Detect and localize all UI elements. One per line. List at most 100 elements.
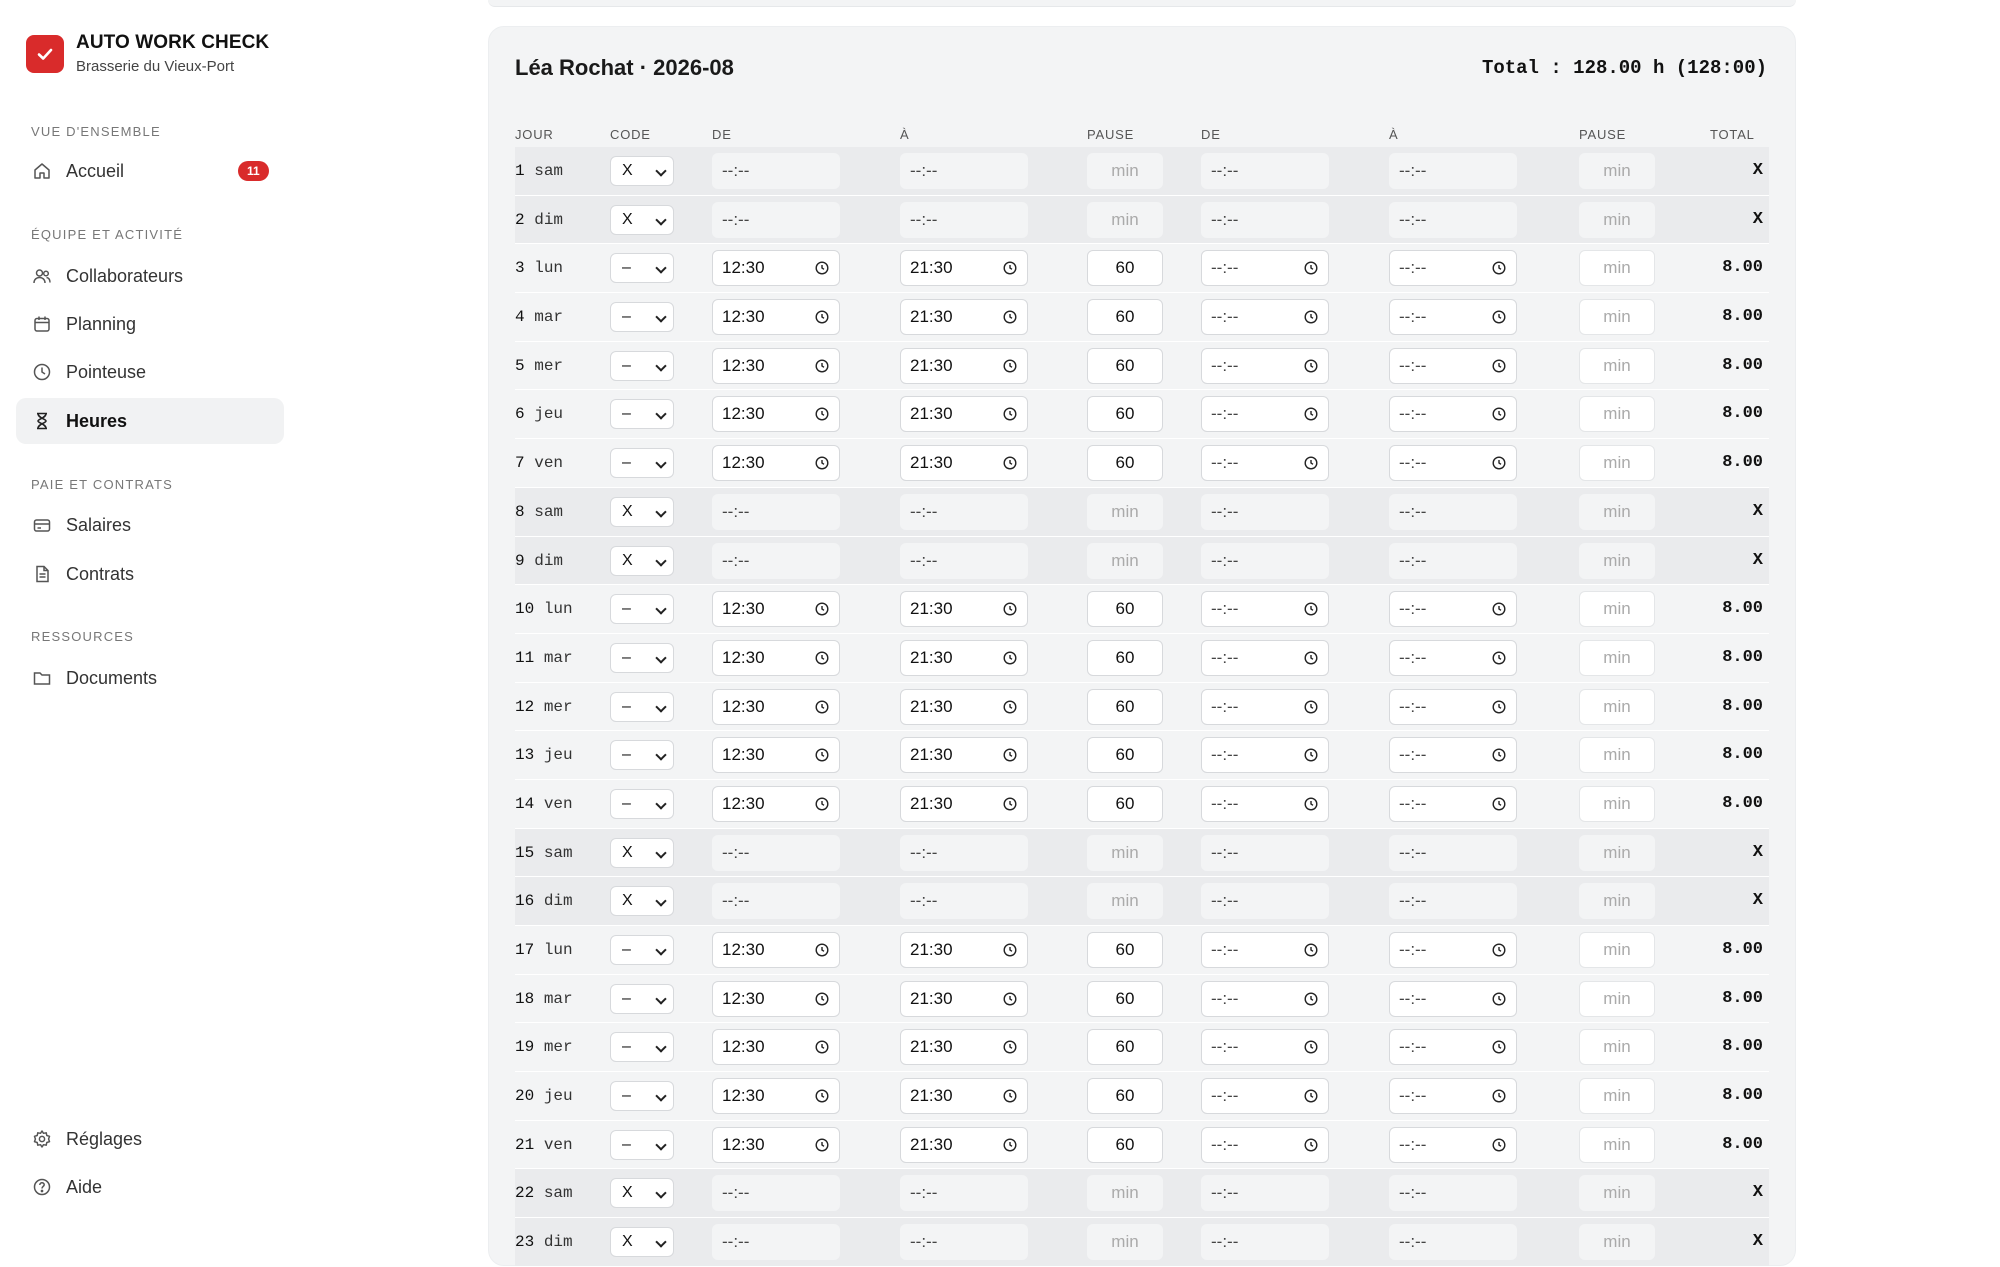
end-time-1-input[interactable]: 21:30 — [900, 299, 1028, 336]
start-time-1-input[interactable]: --:-- — [712, 493, 840, 530]
code-select[interactable]: – — [610, 935, 674, 965]
pause-1-input[interactable]: 60 — [1087, 1126, 1163, 1163]
code-select[interactable]: – — [610, 302, 674, 333]
start-time-2-input[interactable]: --:-- — [1201, 542, 1329, 579]
end-time-1-input[interactable]: 21:30 — [900, 932, 1028, 968]
start-time-2-input[interactable]: --:-- — [1201, 250, 1329, 287]
start-time-2-input[interactable]: --:-- — [1201, 639, 1329, 676]
start-time-1-input[interactable]: 12:30 — [712, 785, 840, 822]
end-time-2-input[interactable]: --:-- — [1389, 1175, 1517, 1212]
start-time-2-input[interactable]: --:-- — [1201, 737, 1329, 774]
start-time-2-input[interactable]: --:-- — [1201, 1078, 1329, 1115]
end-time-1-input[interactable]: 21:30 — [900, 737, 1028, 774]
end-time-2-input[interactable]: --:-- — [1389, 250, 1517, 287]
code-select[interactable]: X — [610, 1227, 674, 1258]
end-time-2-input[interactable]: --:-- — [1389, 493, 1517, 530]
end-time-1-input[interactable]: 21:30 — [900, 1126, 1028, 1163]
start-time-2-input[interactable]: --:-- — [1201, 980, 1329, 1017]
end-time-1-input[interactable]: --:-- — [900, 1175, 1028, 1212]
end-time-1-input[interactable]: --:-- — [900, 493, 1028, 530]
pause-1-input[interactable]: min — [1087, 883, 1163, 920]
code-select[interactable]: – — [610, 642, 674, 673]
pause-1-input[interactable]: 60 — [1087, 445, 1163, 482]
sidebar-item-planning[interactable]: Planning — [16, 301, 284, 347]
pause-2-input[interactable]: min — [1579, 542, 1655, 579]
code-select[interactable]: – — [610, 983, 674, 1014]
brand[interactable]: AUTO WORK CHECK Brasserie du Vieux-Port — [26, 32, 269, 75]
start-time-1-input[interactable]: --:-- — [712, 834, 840, 871]
end-time-2-input[interactable]: --:-- — [1389, 785, 1517, 822]
end-time-1-input[interactable]: 21:30 — [900, 250, 1028, 287]
pause-2-input[interactable]: min — [1579, 153, 1655, 189]
end-time-2-input[interactable]: --:-- — [1389, 542, 1517, 579]
pause-2-input[interactable]: min — [1579, 201, 1655, 238]
pause-2-input[interactable]: min — [1579, 785, 1655, 822]
code-select[interactable]: – — [610, 691, 674, 722]
pause-1-input[interactable]: 60 — [1087, 591, 1163, 628]
sidebar-item-salaires[interactable]: Salaires — [16, 502, 284, 548]
end-time-2-input[interactable]: --:-- — [1389, 737, 1517, 774]
end-time-2-input[interactable]: --:-- — [1389, 1224, 1517, 1261]
end-time-2-input[interactable]: --:-- — [1389, 396, 1517, 433]
end-time-1-input[interactable]: --:-- — [900, 1224, 1028, 1261]
end-time-1-input[interactable]: 21:30 — [900, 591, 1028, 628]
end-time-1-input[interactable]: 21:30 — [900, 785, 1028, 822]
end-time-2-input[interactable]: --:-- — [1389, 1029, 1517, 1066]
pause-2-input[interactable]: min — [1579, 591, 1655, 628]
pause-1-input[interactable]: min — [1087, 493, 1163, 530]
sidebar-item-pointeuse[interactable]: Pointeuse — [16, 349, 284, 395]
start-time-1-input[interactable]: 12:30 — [712, 396, 840, 433]
end-time-1-input[interactable]: 21:30 — [900, 639, 1028, 676]
code-select[interactable]: – — [610, 448, 674, 479]
sidebar-item-collaborateurs[interactable]: Collaborateurs — [16, 253, 284, 299]
end-time-2-input[interactable]: --:-- — [1389, 688, 1517, 725]
start-time-2-input[interactable]: --:-- — [1201, 299, 1329, 336]
code-select[interactable]: – — [610, 788, 674, 819]
end-time-1-input[interactable]: 21:30 — [900, 445, 1028, 482]
code-select[interactable]: – — [610, 594, 674, 625]
start-time-1-input[interactable]: 12:30 — [712, 980, 840, 1017]
pause-1-input[interactable]: 60 — [1087, 785, 1163, 822]
end-time-1-input[interactable]: 21:30 — [900, 1078, 1028, 1115]
end-time-2-input[interactable]: --:-- — [1389, 1126, 1517, 1163]
start-time-2-input[interactable]: --:-- — [1201, 493, 1329, 530]
pause-1-input[interactable]: min — [1087, 542, 1163, 579]
start-time-2-input[interactable]: --:-- — [1201, 688, 1329, 725]
sidebar-item-contrats[interactable]: Contrats — [16, 551, 284, 597]
pause-1-input[interactable]: 60 — [1087, 396, 1163, 433]
pause-1-input[interactable]: min — [1087, 153, 1163, 189]
pause-2-input[interactable]: min — [1579, 883, 1655, 920]
pause-1-input[interactable]: 60 — [1087, 347, 1163, 384]
pause-2-input[interactable]: min — [1579, 834, 1655, 871]
pause-2-input[interactable]: min — [1579, 980, 1655, 1017]
pause-1-input[interactable]: min — [1087, 1224, 1163, 1261]
start-time-1-input[interactable]: 12:30 — [712, 445, 840, 482]
start-time-1-input[interactable]: 12:30 — [712, 347, 840, 384]
end-time-1-input[interactable]: --:-- — [900, 153, 1028, 189]
pause-2-input[interactable]: min — [1579, 1126, 1655, 1163]
code-select[interactable]: – — [610, 399, 674, 430]
start-time-1-input[interactable]: 12:30 — [712, 688, 840, 725]
pause-2-input[interactable]: min — [1579, 1175, 1655, 1212]
end-time-2-input[interactable]: --:-- — [1389, 153, 1517, 189]
pause-1-input[interactable]: 60 — [1087, 932, 1163, 968]
start-time-1-input[interactable]: 12:30 — [712, 1029, 840, 1066]
code-select[interactable]: X — [610, 545, 674, 576]
sidebar-item-heures[interactable]: Heures — [16, 398, 284, 444]
start-time-1-input[interactable]: --:-- — [712, 883, 840, 920]
pause-2-input[interactable]: min — [1579, 445, 1655, 482]
end-time-1-input[interactable]: 21:30 — [900, 980, 1028, 1017]
end-time-1-input[interactable]: --:-- — [900, 201, 1028, 238]
code-select[interactable]: X — [610, 886, 674, 917]
code-select[interactable]: X — [610, 156, 674, 186]
end-time-2-input[interactable]: --:-- — [1389, 1078, 1517, 1115]
sidebar-item-accueil[interactable]: Accueil 11 — [16, 148, 284, 194]
end-time-1-input[interactable]: 21:30 — [900, 396, 1028, 433]
end-time-2-input[interactable]: --:-- — [1389, 980, 1517, 1017]
start-time-1-input[interactable]: 12:30 — [712, 299, 840, 336]
end-time-2-input[interactable]: --:-- — [1389, 883, 1517, 920]
pause-1-input[interactable]: 60 — [1087, 250, 1163, 287]
code-select[interactable]: – — [610, 1129, 674, 1160]
start-time-1-input[interactable]: 12:30 — [712, 1126, 840, 1163]
end-time-1-input[interactable]: --:-- — [900, 542, 1028, 579]
